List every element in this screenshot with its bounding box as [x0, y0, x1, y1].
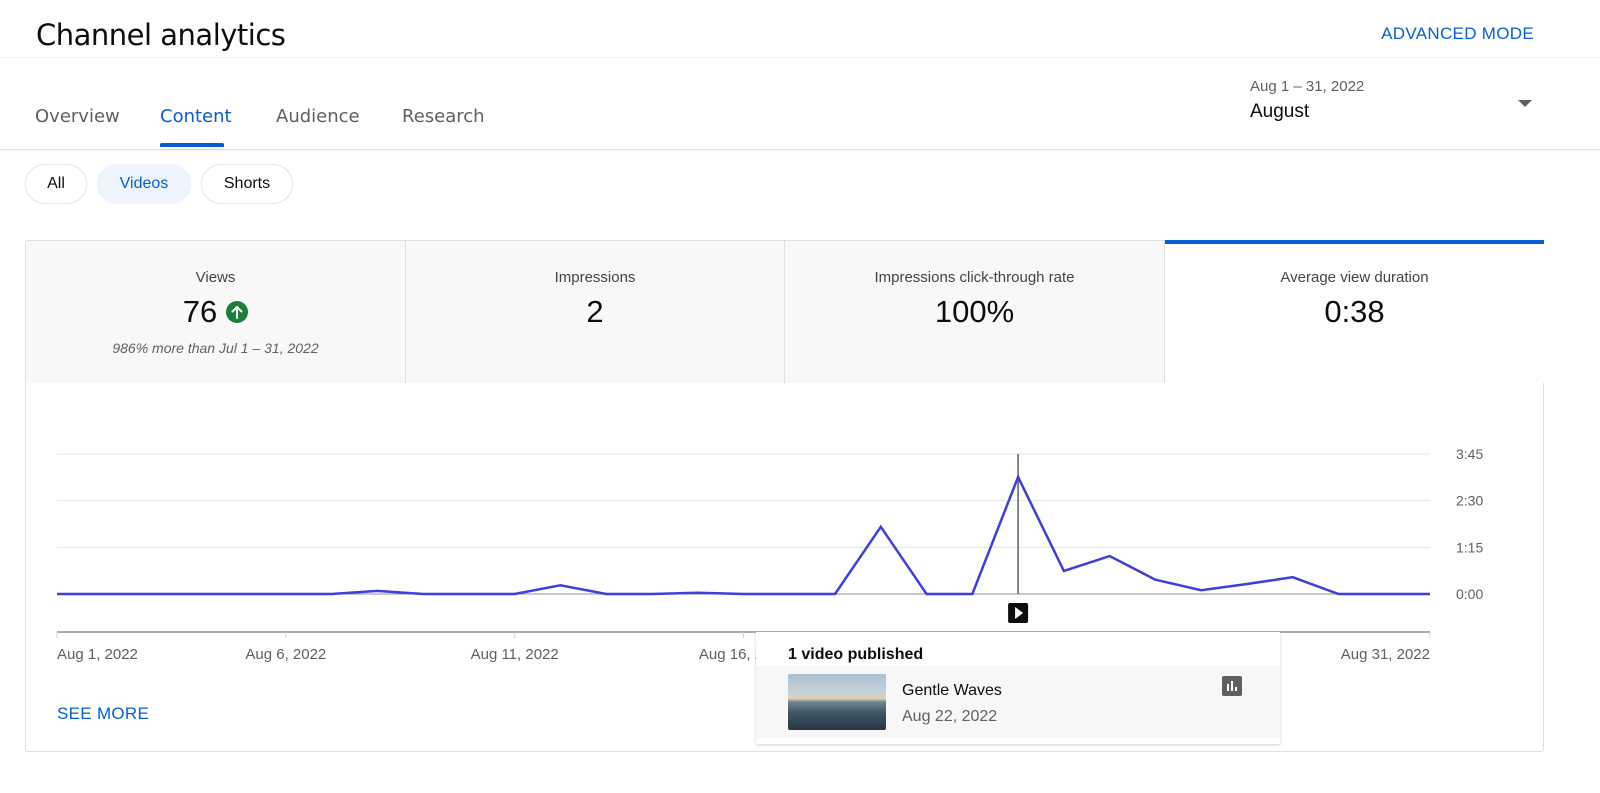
top-bar: Channel analytics ADVANCED MODE: [0, 0, 1600, 58]
tab-content[interactable]: Content: [160, 106, 232, 127]
metric-impressions[interactable]: Impressions 2: [406, 241, 785, 383]
filter-chip-shorts[interactable]: Shorts: [201, 164, 293, 204]
advanced-mode-button[interactable]: ADVANCED MODE: [1381, 24, 1534, 44]
metric-avg-view-duration[interactable]: Average view duration 0:38: [1165, 240, 1544, 383]
dropdown-arrow-icon: [1518, 100, 1532, 107]
analytics-icon[interactable]: [1222, 676, 1242, 696]
metric-views[interactable]: Views 76 986% more than Jul 1 – 31, 2022: [26, 241, 406, 383]
video-published-popup: 1 video published Gentle Waves Aug 22, 2…: [756, 632, 1280, 744]
active-tab-indicator: [160, 143, 224, 147]
filter-chip-videos[interactable]: Videos: [97, 164, 191, 204]
date-range-text: Aug 1 – 31, 2022: [1250, 78, 1365, 95]
tab-bar: Overview Content Audience Research Aug 1…: [0, 58, 1600, 150]
metric-comparison: 986% more than Jul 1 – 31, 2022: [112, 340, 319, 356]
metric-label: Average view duration: [1280, 269, 1429, 286]
metric-value: 0:38: [1324, 294, 1385, 329]
arrow-up-circle-icon: [226, 301, 249, 323]
video-title: Gentle Waves: [902, 682, 1002, 699]
metric-label: Impressions click-through rate: [874, 269, 1075, 286]
date-range-picker[interactable]: Aug 1 – 31, 2022 August: [1250, 78, 1550, 128]
metric-ctr[interactable]: Impressions click-through rate 100%: [785, 241, 1165, 383]
metric-label: Views: [195, 269, 236, 286]
tab-audience[interactable]: Audience: [276, 106, 360, 127]
popup-title: 1 video published: [788, 646, 924, 663]
metric-label: Impressions: [554, 269, 636, 286]
page-title: Channel analytics: [36, 18, 286, 52]
video-thumbnail: [788, 674, 886, 730]
filter-chip-all[interactable]: All: [25, 164, 87, 204]
metric-value: 100%: [934, 294, 1015, 329]
published-video-item[interactable]: Gentle Waves Aug 22, 2022: [756, 666, 1280, 738]
see-more-button[interactable]: SEE MORE: [57, 704, 149, 724]
tab-research[interactable]: Research: [402, 106, 485, 127]
metric-value: 76: [26, 294, 405, 330]
tab-overview[interactable]: Overview: [35, 106, 120, 127]
date-range-label: August: [1250, 101, 1310, 122]
video-date: Aug 22, 2022: [902, 708, 998, 725]
metric-value: 2: [586, 294, 604, 329]
metric-value-text: 76: [182, 294, 218, 329]
